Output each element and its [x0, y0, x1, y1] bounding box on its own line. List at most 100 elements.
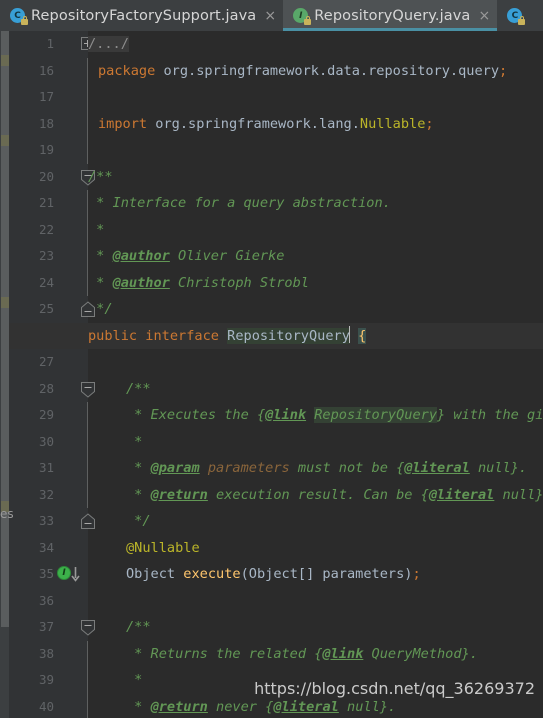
code-text[interactable]: public interface RepositoryQuery {: [9, 322, 543, 349]
code-text[interactable]: * Interface for a query abstraction.: [88, 190, 397, 217]
code-text[interactable]: * @author Oliver Gierke: [88, 243, 290, 270]
line-number: 24: [38, 274, 54, 290]
code-text[interactable]: */: [88, 508, 157, 535]
code-token: ;: [499, 62, 508, 79]
code-text[interactable]: *: [88, 217, 110, 244]
code-token: null}.: [338, 698, 397, 715]
code-line[interactable]: 19: [9, 137, 543, 164]
line-number: 17: [38, 89, 54, 104]
code-line[interactable]: 33 */: [9, 508, 543, 535]
code-text[interactable]: /**: [88, 164, 119, 191]
code-text[interactable]: [88, 588, 94, 615]
code-line[interactable]: 29 * Executes the {@link RepositoryQuery…: [9, 402, 543, 429]
code-line[interactable]: 37 /**: [9, 614, 543, 641]
code-editor[interactable]: 1 /.../ 16 package org.springframework.data…: [9, 31, 543, 718]
code-line[interactable]: 38 * Returns the related {@link QueryMet…: [9, 640, 543, 668]
code-line[interactable]: 16 package org.springframework.data.repos…: [9, 57, 543, 85]
code-text[interactable]: [88, 137, 94, 164]
code-line[interactable]: 21 * Interface for a query abstraction.: [9, 190, 543, 217]
line-number: 18: [38, 115, 54, 131]
code-token: @literal: [273, 698, 339, 715]
code-line[interactable]: 30 *: [9, 428, 543, 456]
left-scroll-strip[interactable]: [0, 31, 9, 718]
code-line[interactable]: 35 I Object execute(Object[] parameters);: [9, 561, 543, 588]
line-number: 19: [38, 142, 54, 157]
code-token: parameters: [199, 460, 290, 476]
code-line[interactable]: 27: [9, 349, 543, 376]
code-text[interactable]: import org.springframework.lang.Nullable…: [88, 111, 440, 138]
code-token: /.../: [88, 36, 129, 52]
code-lines[interactable]: 1 /.../ 16 package org.springframework.data…: [9, 31, 543, 718]
code-text[interactable]: * Executes the {@link RepositoryQuery} w…: [88, 402, 543, 429]
code-text[interactable]: package org.springframework.data.reposit…: [88, 58, 513, 85]
editor-tab[interactable]: I RepositoryQuery.java ×: [283, 0, 498, 31]
code-text[interactable]: *: [88, 429, 148, 456]
code-line[interactable]: 1 /.../: [9, 31, 543, 58]
code-line[interactable]: 31 * @param parameters must not be {@lit…: [9, 455, 543, 482]
java-class-icon: C: [507, 8, 526, 25]
code-line[interactable]: 36: [9, 588, 543, 615]
code-text[interactable]: /**: [88, 614, 157, 641]
code-line[interactable]: 32 * @return execution result. Can be {@…: [9, 481, 543, 509]
code-token: */: [88, 301, 113, 317]
code-line[interactable]: 28 /**: [9, 376, 543, 403]
line-number: 33: [38, 513, 54, 528]
lock-icon: [21, 16, 28, 25]
close-icon[interactable]: ×: [264, 9, 276, 23]
code-token: RepositoryQuery: [314, 407, 438, 423]
implemented-arrow-icon: [71, 567, 80, 582]
line-number: 31: [38, 460, 54, 475]
code-token: *: [88, 248, 113, 264]
code-line[interactable]: 18 import org.springframework.lang.Nullab…: [9, 110, 543, 138]
code-text[interactable]: * @author Christoph Strobl: [88, 270, 315, 297]
code-line[interactable]: 26Ipublic interface RepositoryQuery {: [9, 322, 543, 349]
code-line[interactable]: 20 /**: [9, 164, 543, 191]
watermark-url: https://blog.csdn.net/qq_36269372: [254, 679, 535, 698]
code-text[interactable]: * @param parameters must not be {@litera…: [88, 455, 533, 482]
code-token: /**: [88, 168, 113, 185]
code-token: * Executes the {: [126, 407, 266, 423]
code-line[interactable]: 23 * @author Oliver Gierke: [9, 243, 543, 270]
scrollbar-thumb[interactable]: [1, 31, 9, 627]
line-number: 23: [38, 248, 54, 263]
line-number: 36: [38, 592, 54, 608]
editor-tab[interactable]: C: [497, 0, 536, 31]
code-text[interactable]: *: [88, 667, 148, 694]
code-token: *: [126, 433, 143, 450]
code-text[interactable]: /.../: [88, 31, 135, 58]
code-token: *: [88, 274, 113, 291]
code-text[interactable]: /**: [88, 376, 157, 403]
implementations-icon[interactable]: I: [57, 561, 80, 588]
code-text[interactable]: @Nullable: [88, 535, 206, 562]
line-number: 37: [38, 619, 54, 634]
code-text[interactable]: */: [88, 296, 119, 323]
code-text[interactable]: * Returns the related {@link QueryMethod…: [88, 641, 484, 668]
code-line[interactable]: 17: [9, 84, 543, 111]
code-line[interactable]: 25 */: [9, 296, 543, 323]
code-text[interactable]: Object execute(Object[] parameters);: [88, 561, 427, 588]
line-number: 30: [38, 433, 54, 449]
code-token: public interface: [88, 327, 228, 344]
code-text[interactable]: * @return execution result. Can be {@lit…: [88, 482, 543, 509]
java-interface-icon: I: [293, 8, 312, 25]
code-token: @link: [322, 645, 364, 662]
code-token: *: [126, 672, 143, 688]
code-line[interactable]: 22 *: [9, 216, 543, 244]
code-token: execution result. Can be {: [207, 486, 429, 503]
code-text[interactable]: [88, 84, 94, 111]
code-line[interactable]: 34 @Nullable: [9, 535, 543, 562]
lock-icon: [304, 16, 312, 25]
code-token: Object: [126, 566, 184, 582]
code-line[interactable]: 24 * @author Christoph Strobl: [9, 269, 543, 297]
code-text[interactable]: [88, 349, 94, 376]
close-icon[interactable]: ×: [478, 9, 491, 23]
editor-tab[interactable]: C RepositoryFactorySupport.java ×: [0, 0, 284, 31]
code-token: @link: [265, 407, 307, 423]
line-number: 20: [38, 168, 54, 184]
code-token: *: [126, 486, 151, 503]
editor-tab-label: RepositoryQuery.java: [314, 7, 471, 24]
code-token: (Object[] parameters): [240, 566, 413, 582]
line-number: 25: [38, 301, 54, 316]
code-token: ;: [412, 566, 421, 582]
